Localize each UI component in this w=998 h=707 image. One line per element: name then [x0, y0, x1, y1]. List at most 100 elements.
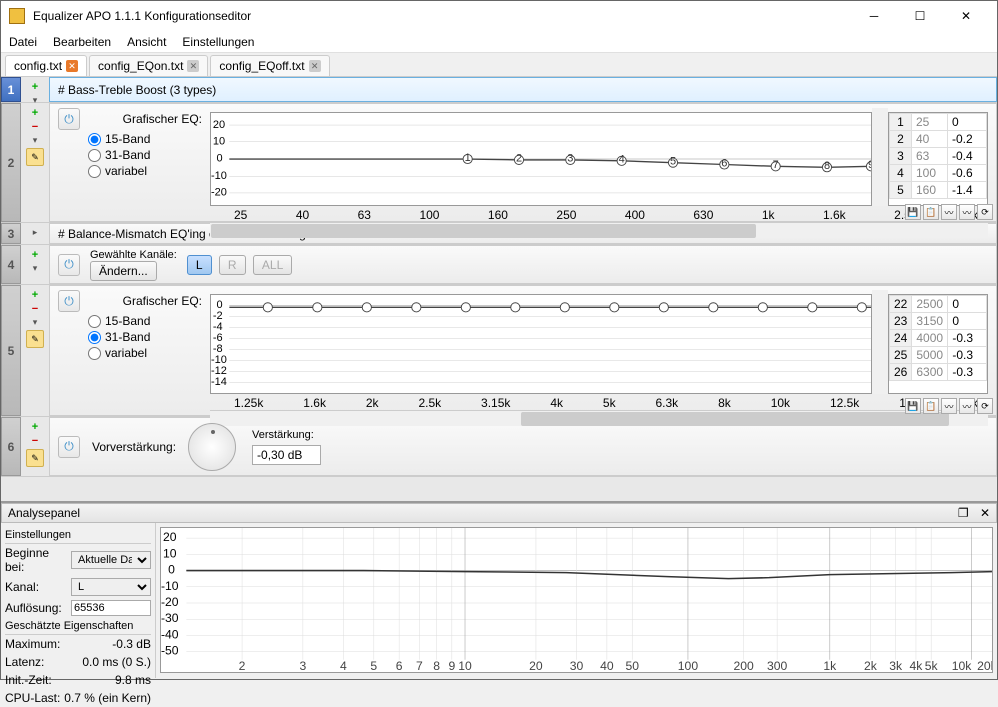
remove-icon[interactable]: − [32, 121, 38, 133]
minimize-button[interactable]: ─ [851, 1, 897, 31]
tab-eqon[interactable]: config_EQon.txt ✕ [89, 55, 208, 76]
svg-text:5: 5 [370, 659, 377, 673]
gain-dial[interactable] [188, 423, 236, 471]
normalize-icon[interactable]: 〰 [959, 398, 975, 414]
power-button[interactable]: ⏻ [58, 254, 80, 276]
analysis-graph[interactable]: 2010 0-10 -20-30 -40-50 234 567 8910 203… [160, 527, 993, 673]
edit-icon[interactable]: ✎ [26, 449, 44, 467]
invert-icon[interactable]: 〰 [941, 398, 957, 414]
add-icon[interactable]: + [32, 421, 38, 433]
menu-settings[interactable]: Einstellungen [182, 35, 254, 49]
remove-icon[interactable]: − [32, 435, 38, 447]
panel-close-icon[interactable]: ✕ [980, 506, 990, 520]
remove-icon[interactable]: − [32, 303, 38, 315]
row-number-1[interactable]: 1 [1, 77, 21, 102]
channel-ALL[interactable]: ALL [253, 255, 292, 275]
collapse-icon[interactable]: ▾ [33, 135, 38, 146]
row-number-5[interactable]: 5 [1, 285, 21, 416]
eq-graph[interactable]: 2010 0-10-20 123 456 [210, 112, 872, 206]
radio-15band[interactable]: 15-Band [88, 314, 202, 328]
power-button[interactable]: ⏻ [58, 290, 80, 312]
radio-variable[interactable]: variabel [88, 346, 202, 360]
collapse-icon[interactable]: ▾ [33, 317, 38, 328]
resolution-input[interactable] [71, 600, 151, 616]
tab-close-icon[interactable]: ✕ [187, 60, 199, 72]
cpu-value: 0.7 % (ein Kern) [64, 691, 151, 705]
radio-31band[interactable]: 31-Band [88, 330, 202, 344]
svg-text:200: 200 [734, 659, 755, 673]
tab-config[interactable]: config.txt ✕ [5, 55, 87, 76]
add-icon[interactable]: + [32, 81, 38, 93]
collapse-icon[interactable]: ▸ [33, 227, 38, 238]
invert-icon[interactable]: 〰 [941, 204, 957, 220]
open-icon[interactable]: 📋 [923, 204, 939, 220]
maximize-button[interactable]: ☐ [897, 1, 943, 31]
edit-icon[interactable]: ✎ [26, 148, 44, 166]
svg-text:2k: 2k [864, 659, 878, 673]
reset-icon[interactable]: ⟳ [977, 204, 993, 220]
svg-text:1: 1 [465, 152, 471, 164]
svg-text:2: 2 [239, 659, 246, 673]
svg-text:9: 9 [868, 159, 871, 171]
svg-text:7: 7 [416, 659, 423, 673]
channel-L[interactable]: L [187, 255, 212, 275]
file-tabs: config.txt ✕ config_EQon.txt ✕ config_EQ… [1, 53, 997, 77]
svg-text:-20: -20 [161, 595, 179, 609]
eq-label: Grafischer EQ: [88, 112, 202, 126]
svg-text:20: 20 [163, 530, 177, 544]
row-number-3[interactable]: 3 [1, 223, 21, 244]
eq-band-table[interactable]: 2225000 2331500 244000-0.3 255000-0.3 26… [888, 294, 988, 394]
change-channels-button[interactable]: Ändern... [90, 261, 157, 281]
settings-header: Einstellungen [5, 527, 151, 544]
start-at-select[interactable]: Aktuelle Datei [71, 551, 151, 569]
save-icon[interactable]: 💾 [905, 398, 921, 414]
vscroll[interactable] [872, 290, 888, 394]
add-icon[interactable]: + [32, 289, 38, 301]
menu-bar: Datei Bearbeiten Ansicht Einstellungen [1, 31, 997, 53]
gain-spinbox[interactable]: -0,30 dB [252, 445, 321, 465]
eq-band-table[interactable]: 1250 240-0.2 363-0.4 4100-0.6 5160-1.4 [888, 112, 988, 206]
svg-text:10k: 10k [952, 659, 973, 673]
channel-select[interactable]: L [71, 578, 151, 596]
reset-icon[interactable]: ⟳ [977, 398, 993, 414]
tab-close-icon[interactable]: ✕ [66, 60, 78, 72]
eq-graph[interactable]: 0-2 -4-6 -8-10 -12-14 [210, 294, 872, 394]
svg-text:-10: -10 [211, 170, 227, 182]
tab-close-icon[interactable]: ✕ [309, 60, 321, 72]
undock-icon[interactable]: ❐ [958, 506, 969, 520]
radio-15band[interactable]: 15-Band [88, 132, 202, 146]
add-icon[interactable]: + [32, 107, 38, 119]
window-titlebar: Equalizer APO 1.1.1 Konfigurationseditor… [1, 1, 997, 31]
menu-file[interactable]: Datei [9, 35, 37, 49]
radio-variable[interactable]: variabel [88, 164, 202, 178]
vscroll[interactable] [872, 108, 888, 206]
svg-text:300: 300 [767, 659, 788, 673]
tab-eqoff[interactable]: config_EQoff.txt ✕ [210, 55, 329, 76]
channel-R[interactable]: R [219, 255, 246, 275]
hscroll[interactable] [210, 410, 988, 426]
row-number-6[interactable]: 6 [1, 417, 21, 476]
row-number-4[interactable]: 4 [1, 245, 21, 284]
add-icon[interactable]: + [32, 249, 38, 261]
svg-text:9: 9 [448, 659, 455, 673]
save-icon[interactable]: 💾 [905, 204, 921, 220]
init-value: 9.8 ms [115, 673, 151, 687]
svg-text:3: 3 [567, 153, 573, 165]
hscroll[interactable] [210, 222, 988, 238]
row-number-2[interactable]: 2 [1, 103, 21, 222]
radio-31band[interactable]: 31-Band [88, 148, 202, 162]
open-icon[interactable]: 📋 [923, 398, 939, 414]
collapse-icon[interactable]: ▾ [33, 263, 38, 274]
power-button[interactable]: ⏻ [58, 436, 80, 458]
svg-text:4: 4 [340, 659, 347, 673]
svg-text:30: 30 [570, 659, 584, 673]
power-button[interactable]: ⏻ [58, 108, 80, 130]
analysis-title: Analysepanel [8, 506, 80, 520]
svg-text:50: 50 [625, 659, 639, 673]
normalize-icon[interactable]: 〰 [959, 204, 975, 220]
svg-text:5: 5 [670, 156, 676, 168]
menu-view[interactable]: Ansicht [127, 35, 166, 49]
edit-icon[interactable]: ✎ [26, 330, 44, 348]
menu-edit[interactable]: Bearbeiten [53, 35, 111, 49]
close-button[interactable]: ✕ [943, 1, 989, 31]
